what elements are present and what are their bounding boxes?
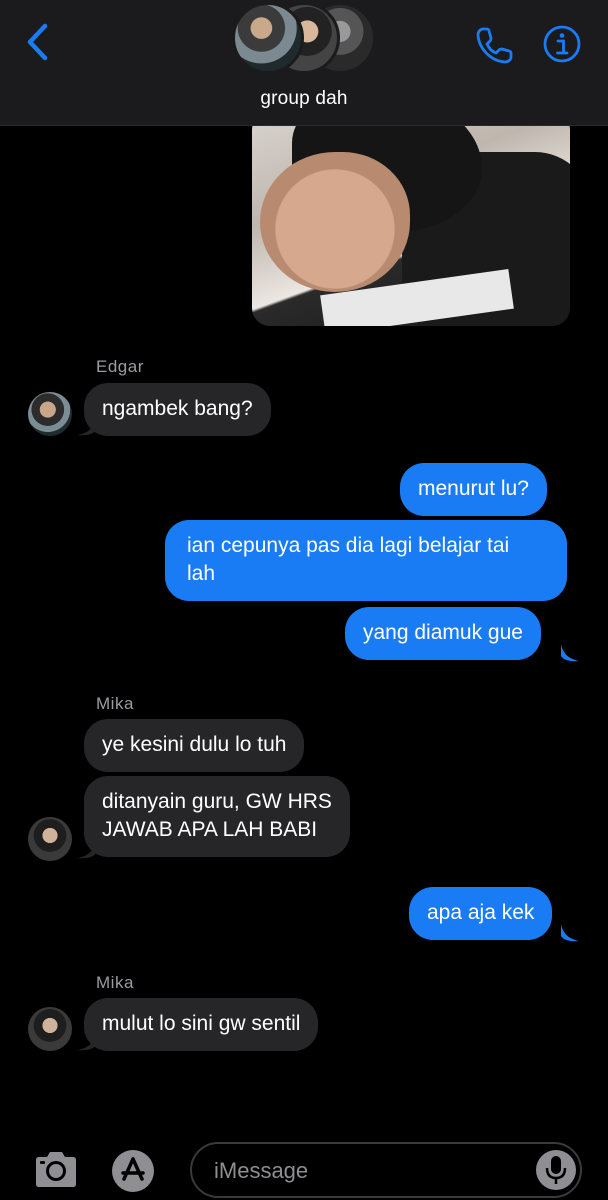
bubble-tail <box>78 418 96 436</box>
message-bubble[interactable]: yang diamuk gue <box>345 607 541 660</box>
bubble-tail <box>78 1033 96 1051</box>
message-text: ditanyain guru, GW HRS <box>102 790 332 813</box>
info-icon <box>543 25 581 63</box>
message-text: yang diamuk gue <box>363 621 523 644</box>
message-bubble[interactable]: apa aja kek <box>409 887 553 940</box>
message-text: ian cepunya pas dia lagi belajar tai <box>187 534 510 557</box>
back-button[interactable] <box>20 22 54 62</box>
sender-name: Edgar <box>96 357 144 376</box>
message-bubble[interactable]: ditanyain guru, GW HRS JAWAB APA LAH BAB… <box>84 776 350 857</box>
sender-name: Mika <box>96 973 134 992</box>
message-text: menurut lu? <box>418 477 529 500</box>
call-button[interactable] <box>474 24 516 66</box>
microphone-icon <box>545 1156 567 1184</box>
group-name[interactable]: group dah <box>0 88 608 110</box>
message-bubble[interactable]: ye kesini dulu lo tuh <box>84 719 305 772</box>
bubble-tail <box>78 841 96 859</box>
bubble-tail <box>561 924 579 942</box>
avatar[interactable] <box>28 817 72 861</box>
camera-icon <box>36 1152 76 1187</box>
microphone-button[interactable] <box>536 1150 576 1190</box>
bubble-tail <box>561 644 579 662</box>
message-bubble[interactable]: ian cepunya pas dia lagi belajar tai lah <box>165 520 567 601</box>
group-avatars[interactable] <box>232 2 378 76</box>
message-composer <box>0 1130 608 1200</box>
image-message[interactable] <box>252 112 570 326</box>
avatar <box>232 2 304 74</box>
sender-name: Mika <box>96 694 134 713</box>
phone-icon <box>476 27 513 64</box>
app-store-icon <box>112 1150 154 1192</box>
message-bubble[interactable]: mulut lo sini gw sentil <box>84 998 319 1051</box>
message-input[interactable] <box>214 1152 534 1190</box>
chevron-left-icon <box>27 23 48 61</box>
avatar[interactable] <box>28 1007 72 1051</box>
avatar[interactable] <box>28 392 72 436</box>
info-button[interactable] <box>542 24 582 64</box>
message-text: lah <box>187 562 216 585</box>
app-store-button[interactable] <box>110 1148 156 1194</box>
message-bubble[interactable]: ngambek bang? <box>84 383 271 436</box>
message-text: JAWAB APA LAH BABI <box>102 818 318 841</box>
conversation-header: group dah <box>0 0 608 126</box>
message-text: ye kesini dulu lo tuh <box>102 733 287 756</box>
camera-button[interactable] <box>32 1150 80 1194</box>
message-text: ngambek bang? <box>102 397 253 420</box>
message-input-field[interactable] <box>190 1142 582 1198</box>
message-text: apa aja kek <box>427 901 535 924</box>
message-bubble[interactable]: menurut lu? <box>400 463 547 516</box>
message-text: mulut lo sini gw sentil <box>102 1012 301 1035</box>
